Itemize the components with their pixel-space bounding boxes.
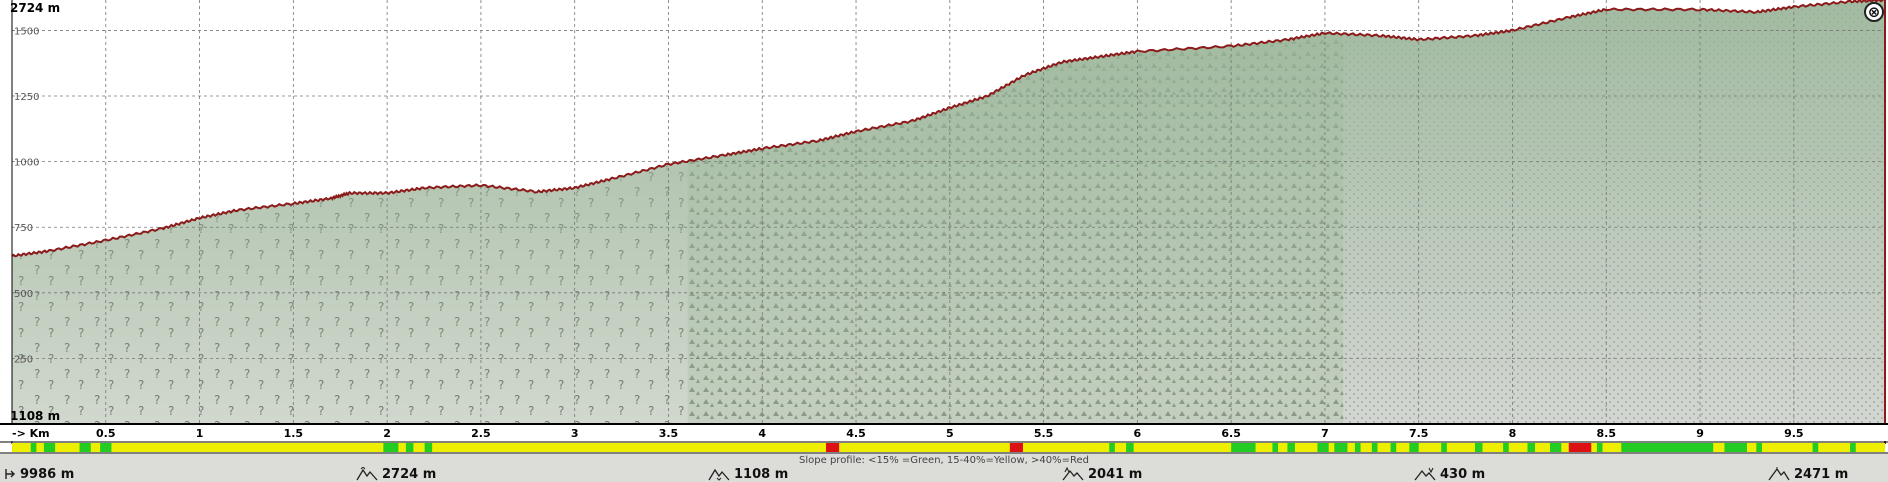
stat-end-elevation: 2471 m xyxy=(1768,466,1848,482)
x-tick-label: 5 xyxy=(946,427,954,440)
x-tick-label: 6.5 xyxy=(1221,427,1241,440)
mountain-peak-icon xyxy=(356,467,378,481)
slope-bar xyxy=(12,443,1885,452)
stat-total-ascent: 2041 m xyxy=(1062,466,1142,482)
x-tick-label: 7.5 xyxy=(1409,427,1429,440)
slope-segment xyxy=(1527,443,1536,452)
y-tick-label: 1000 xyxy=(14,158,39,169)
slope-segment xyxy=(100,443,112,452)
stat-total-descent: 430 m xyxy=(1414,466,1485,482)
total-ascent-value: 2041 m xyxy=(1088,466,1143,482)
y-tick-label: 750 xyxy=(14,223,33,234)
x-tick-label: 3 xyxy=(571,427,579,440)
x-tick-label: 9 xyxy=(1696,427,1704,440)
y-tick-label: 1500 xyxy=(14,26,39,37)
x-tick-label: 4 xyxy=(758,427,766,440)
slope-segment xyxy=(1354,443,1361,452)
x-tick-label: 6 xyxy=(1134,427,1142,440)
slope-segment xyxy=(1272,443,1279,452)
slope-segment xyxy=(1812,443,1819,452)
slope-segment xyxy=(1503,443,1509,452)
x-tick-label: 9.5 xyxy=(1784,427,1804,440)
y-tick-label: 250 xyxy=(14,354,33,365)
distance-value: 9986 m xyxy=(20,466,75,482)
slope-segment xyxy=(1009,443,1023,452)
x-tick-label: 5.5 xyxy=(1034,427,1054,440)
total-descent-value: 430 m xyxy=(1440,466,1486,482)
slope-segment xyxy=(30,443,37,452)
ascent-icon xyxy=(1062,467,1084,481)
x-axis-label: -> Km xyxy=(12,427,50,440)
max-elevation-value: 2724 m xyxy=(382,466,437,482)
stat-distance: 9986 m xyxy=(4,466,74,482)
slope-segment xyxy=(43,443,56,452)
mountain-valley-icon xyxy=(708,468,730,481)
stat-max-elevation: 2724 m xyxy=(356,466,436,482)
close-icon: ⊗ xyxy=(1867,2,1881,21)
y-top-label: 2724 m xyxy=(10,1,60,15)
end-elevation-value: 2471 m xyxy=(1794,466,1849,482)
slope-segment xyxy=(1474,443,1483,452)
slope-segment xyxy=(1231,443,1256,452)
y-tick-label: 1250 xyxy=(14,92,39,103)
slope-segment xyxy=(1850,443,1856,452)
slope-segment xyxy=(1317,443,1329,452)
slope-segment xyxy=(1568,443,1592,452)
slope-segment xyxy=(1334,443,1348,452)
elevation-profile-chart: ? ? 250500750100012501500 2724 m 1108 m … xyxy=(0,0,1888,482)
slope-segment xyxy=(1390,443,1397,452)
x-tick-label: 8.5 xyxy=(1597,427,1617,440)
x-tick-label: 3.5 xyxy=(659,427,679,440)
slope-segment xyxy=(383,443,399,452)
close-button[interactable]: ⊗ xyxy=(1864,2,1884,22)
stat-min-elevation: 1108 m xyxy=(708,466,788,482)
slope-segment xyxy=(1724,443,1747,452)
x-tick-label: 1.5 xyxy=(284,427,304,440)
slope-segment xyxy=(1109,443,1115,452)
min-elevation-value: 1108 m xyxy=(734,466,789,482)
slope-segment xyxy=(1441,443,1447,452)
slope-segment xyxy=(1409,443,1419,452)
slope-segment xyxy=(1126,443,1134,452)
x-tick-label: 0.5 xyxy=(96,427,116,440)
slope-segment xyxy=(1287,443,1295,452)
y-tick-label: 500 xyxy=(14,289,33,300)
slope-segment xyxy=(405,443,414,452)
slope-segment xyxy=(1621,443,1714,452)
slope-segment xyxy=(1550,443,1562,452)
slope-segment xyxy=(424,443,433,452)
slope-segment xyxy=(826,443,840,452)
x-tick-label: 7 xyxy=(1321,427,1329,440)
slope-segment xyxy=(1371,443,1378,452)
x-tick-label: 2 xyxy=(383,427,391,440)
y-bottom-label: 1108 m xyxy=(10,409,60,423)
slope-legend: Slope profile: <15% =Green, 15-40%=Yello… xyxy=(799,455,1089,466)
x-tick-label: 8 xyxy=(1509,427,1517,440)
x-tick-label: 4.5 xyxy=(846,427,866,440)
slope-segment xyxy=(1756,443,1762,452)
descent-icon xyxy=(1414,467,1436,481)
x-tick-label: 1 xyxy=(196,427,204,440)
x-tick-label: 2.5 xyxy=(471,427,491,440)
stats-bar: 9986 m 2724 m 1108 m 2041 m 430 m 2471 m xyxy=(0,466,1888,482)
summit-icon xyxy=(1768,467,1790,481)
distance-icon xyxy=(5,469,15,479)
slope-segment xyxy=(79,443,91,452)
slope-segment xyxy=(1596,443,1603,452)
